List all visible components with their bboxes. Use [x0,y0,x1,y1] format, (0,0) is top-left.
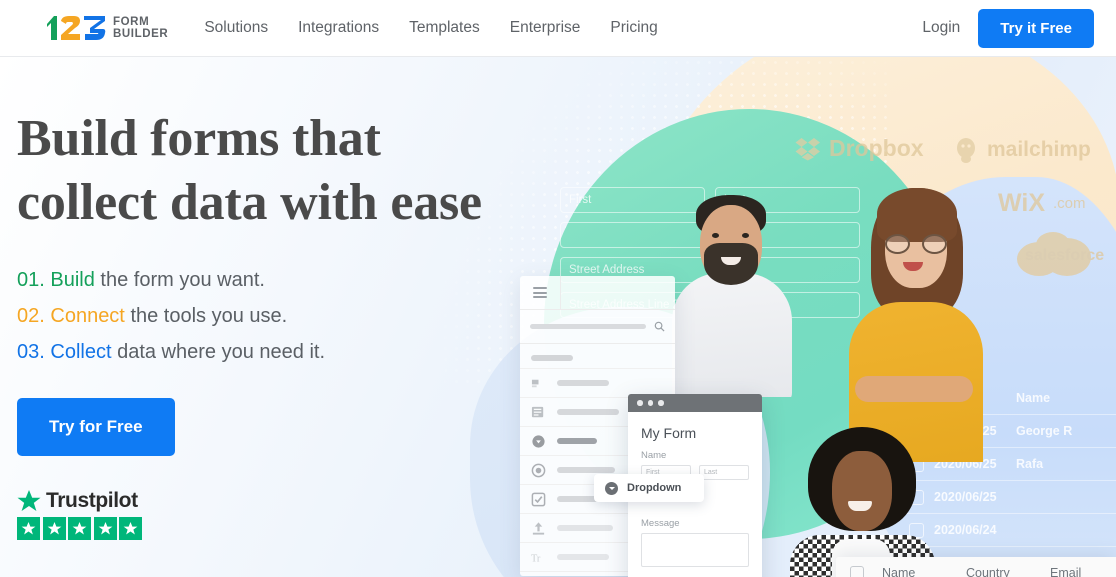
step-action-build: Build [50,269,95,291]
step-number-02: 02. [17,305,45,327]
logo-123-icon [47,16,106,40]
window-dot-icon [637,400,643,406]
dropbox-label: Dropbox [829,135,924,161]
column-header-email: Email [1050,566,1082,577]
step-item-connect: 02. Connect the tools you use. [17,298,577,334]
logo-digits [44,15,106,41]
step-action-collect: Collect [50,341,112,363]
rating-star [93,517,117,540]
step-text-build: the form you want. [100,269,265,291]
photo-woman-yellow [845,162,985,462]
hero-copy: Build forms that collect data with ease … [17,107,577,540]
window-dot-icon [647,400,653,406]
logo-word-form: FORM [113,16,150,28]
mailchimp-logo: mailchimp [955,137,1091,163]
ghost-cell-name: George R [1016,424,1073,438]
submissions-table-header: Name Country Email [836,557,1116,577]
my-form-last-input[interactable]: Last [699,465,749,480]
step-item-build: 01. Build the form you want. [17,262,577,298]
headline-line-1: Build forms that [17,110,381,167]
column-header-country: Country [966,566,1010,577]
select-all-checkbox[interactable] [850,566,864,577]
dropdown-drag-chip[interactable]: Dropdown [594,474,704,502]
dropdown-chip-label: Dropdown [627,482,682,494]
try-it-free-button[interactable]: Try it Free [978,8,1094,48]
rating-star [119,517,142,540]
header-actions: Login Try it Free [922,8,1094,48]
page-title: Build forms that collect data with ease [17,107,577,235]
step-item-collect: 03. Collect data where you need it. [17,334,577,370]
rating-star [68,517,91,540]
wix-logo: WiX .com [998,189,1086,218]
search-icon [654,321,665,332]
my-form-titlebar [628,394,762,412]
rating-star [42,517,66,540]
step-number-03: 03. [17,341,45,363]
trustpilot-rating[interactable]: Trustpilot [17,489,577,540]
login-link[interactable]: Login [922,19,960,37]
svg-text:Tr: Tr [531,553,541,564]
ghost-table-row: 2020/06/24 [905,514,1116,547]
mailchimp-label: mailchimp [987,138,1091,161]
nav-item-pricing[interactable]: Pricing [610,19,657,37]
logo[interactable]: FORM BUILDER [44,15,168,41]
column-header-name: Name [882,566,916,577]
ghost-cell-name: Rafa [1016,457,1044,471]
photo-man [672,187,792,397]
my-form-message-label: Message [641,518,680,529]
main-navigation: Solutions Integrations Templates Enterpr… [204,19,657,37]
dropdown-chip-icon [605,481,618,495]
headline-line-2: collect data with ease [17,174,482,231]
trustpilot-label: Trustpilot [46,489,138,512]
mailchimp-icon [957,138,975,163]
site-header: FORM BUILDER Solutions Integrations Temp… [0,0,1116,57]
wix-label: WiX [998,189,1045,217]
wix-suffix: .com [1053,195,1086,212]
my-form-name-label: Name [641,450,667,461]
salesforce-label: salesforce [1025,247,1105,264]
ghost-cell-date: 2020/06/24 [934,523,997,537]
photo-woman-dark [790,427,935,577]
ghost-column-name: Name [1016,391,1051,405]
nav-item-solutions[interactable]: Solutions [204,19,268,37]
logo-wordmark: FORM BUILDER [113,16,168,40]
window-dot-icon [658,400,664,406]
submissions-table: Name Country Email [836,557,1116,577]
step-number-01: 01. [17,269,45,291]
dropbox-icon [795,137,820,160]
rating-star [17,517,40,540]
ghost-table-row: 2020/06/25 [905,481,1116,514]
step-text-connect: the tools you use. [130,305,288,327]
trustpilot-star-icon [17,489,41,511]
dropbox-logo: Dropbox [795,135,924,162]
text-format-icon: Tr [531,553,541,564]
step-action-connect: Connect [50,305,125,327]
nav-item-templates[interactable]: Templates [409,19,480,37]
nav-item-integrations[interactable]: Integrations [298,19,379,37]
step-text-collect: data where you need it. [117,341,325,363]
steps-list: 01. Build the form you want. 02. Connect… [17,262,577,370]
my-form-title: My Form [641,425,697,441]
logo-word-builder: BUILDER [113,28,169,40]
try-for-free-button[interactable]: Try for Free [17,398,175,456]
trustpilot-stars [17,517,577,540]
my-form-message-textarea[interactable] [641,533,749,567]
salesforce-logo: salesforce [1017,232,1105,276]
nav-item-enterprise[interactable]: Enterprise [510,19,581,37]
ghost-cell-date: 2020/06/25 [934,490,997,504]
hero-section: First Last Street Address Street Address… [0,57,1116,577]
